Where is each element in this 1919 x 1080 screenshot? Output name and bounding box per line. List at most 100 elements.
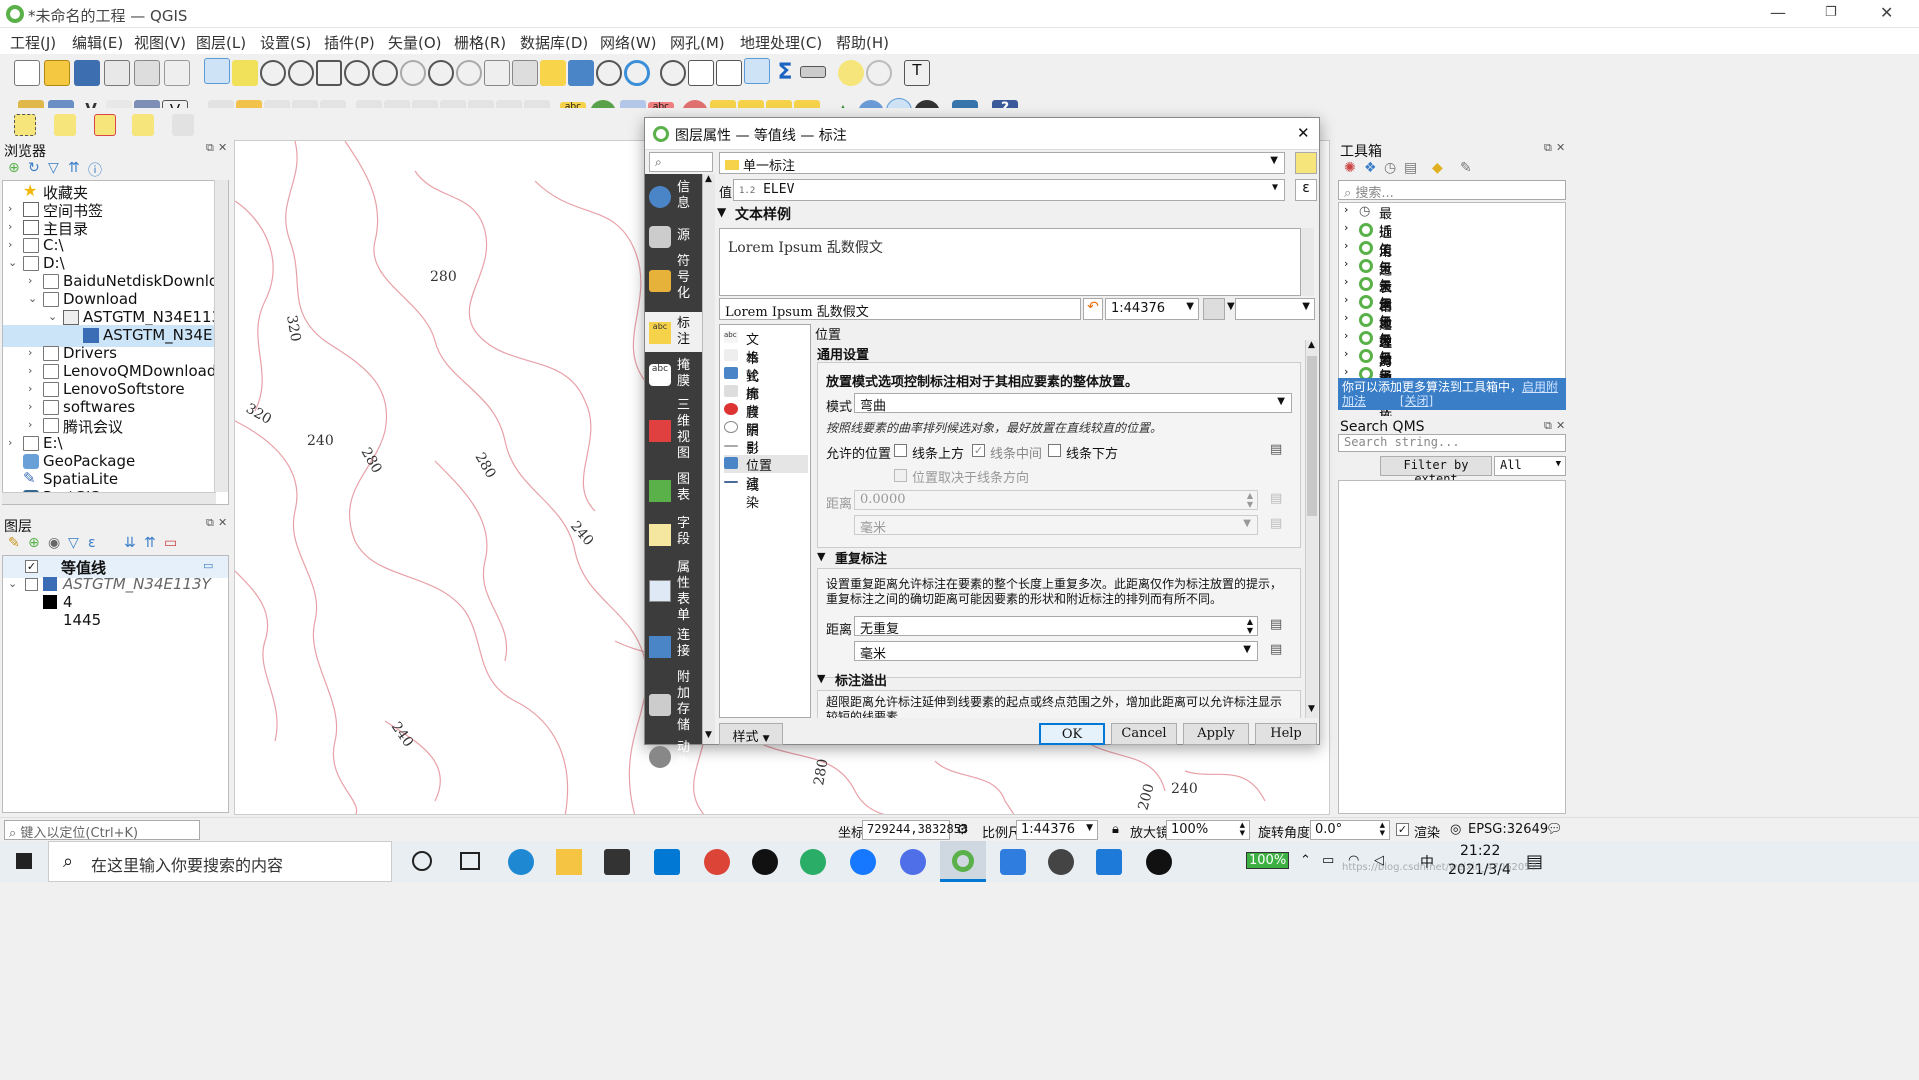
results-icon[interactable]: ▤	[1404, 160, 1417, 176]
data-defined-icon[interactable]: ▤	[1270, 516, 1282, 531]
sidebar-item-diagrams[interactable]: 图表	[645, 470, 705, 510]
tab-placement[interactable]: 位置	[724, 455, 808, 474]
expression-button[interactable]: ε	[1295, 179, 1317, 201]
statistics-icon[interactable]: Σ	[772, 60, 798, 86]
open-project-icon[interactable]	[44, 60, 70, 86]
layer-visibility-checkbox[interactable]: ✓	[25, 560, 38, 573]
menu-layer[interactable]: 图层(L)	[196, 32, 246, 53]
expand-icon[interactable]: ›	[28, 346, 32, 359]
expression-filter-icon[interactable]: ε	[88, 535, 96, 551]
menu-database[interactable]: 数据库(D)	[520, 32, 588, 53]
collapse-all-icon[interactable]: ⇈	[144, 535, 156, 551]
dock-close-icon[interactable]: ✕	[1556, 141, 1565, 154]
notes-icon[interactable]	[1096, 849, 1122, 875]
close-button[interactable]: ✕	[1880, 3, 1893, 22]
rotation-input[interactable]: 0.0° ▲ ▼	[1310, 820, 1390, 840]
taskbar-search[interactable]: ⌕ 在这里输入你要搜索的内容	[48, 841, 392, 882]
on-line-checkbox[interactable]: ✓	[972, 444, 985, 457]
dock-float-icon[interactable]: ⧉	[1544, 419, 1552, 433]
expand-icon[interactable]: ›	[28, 382, 32, 395]
visibility-icon[interactable]: ◉	[48, 535, 60, 551]
cancel-button[interactable]: Cancel	[1111, 723, 1177, 745]
task-view-icon[interactable]	[460, 852, 480, 870]
restore-button[interactable]: ❐	[1825, 5, 1837, 20]
collapse-icon[interactable]: ▼	[717, 205, 726, 219]
help-button[interactable]: Help	[1255, 723, 1317, 745]
expand-icon[interactable]: ›	[1344, 221, 1348, 234]
feishu-icon[interactable]	[850, 849, 876, 875]
expand-icon[interactable]: ›	[28, 418, 32, 431]
chevron-down-icon[interactable]: ▼	[1227, 301, 1235, 312]
menu-vector[interactable]: 矢量(O)	[388, 32, 442, 53]
sidebar-item-actions[interactable]: 动作	[645, 740, 705, 774]
zoom-native-icon[interactable]	[400, 60, 426, 86]
layer-visibility-checkbox[interactable]	[25, 578, 38, 591]
chrome-icon[interactable]	[704, 849, 730, 875]
dialog-close-button[interactable]: ✕	[1297, 124, 1310, 142]
zoom-layer-icon[interactable]	[372, 60, 398, 86]
refresh-icon[interactable]	[624, 60, 650, 86]
sidebar-item-joins[interactable]: 连接	[645, 626, 705, 666]
dock-float-icon[interactable]: ⧉	[1544, 141, 1552, 155]
toggle-extents-icon[interactable]: ⚙	[956, 822, 969, 838]
tray-network-icon[interactable]: ▭	[1322, 853, 1334, 868]
expand-icon[interactable]: ›	[8, 220, 12, 233]
expand-icon[interactable]: ›	[1344, 311, 1348, 324]
expand-icon[interactable]: ›	[8, 436, 12, 449]
scrollbar-thumb[interactable]	[1307, 356, 1317, 516]
sidebar-scrollbar[interactable]: ▲ ▼	[702, 174, 715, 744]
data-defined-icon[interactable]: ▤	[1270, 617, 1282, 632]
baidu-netdisk-icon[interactable]	[900, 849, 926, 875]
filter-indicator-icon[interactable]: ▭	[203, 559, 213, 572]
sidebar-item-info[interactable]: 信息	[645, 178, 705, 222]
collapse-icon[interactable]: ⌄	[8, 577, 17, 590]
repeat-unit-select[interactable]: 毫米 ▼	[854, 641, 1258, 662]
qms-filter-select[interactable]: All ▼	[1494, 456, 1566, 476]
collapse-all-icon[interactable]: ⇈	[68, 160, 80, 176]
close-notice-link[interactable]: [关闭]	[1400, 394, 1433, 408]
sidebar-item-labels[interactable]: abc 标注	[645, 312, 705, 352]
select-location-icon[interactable]	[132, 114, 154, 136]
print-layout-icon[interactable]	[134, 60, 160, 86]
zoom-out-icon[interactable]	[288, 60, 314, 86]
expand-icon[interactable]: ›	[8, 202, 12, 215]
scale-select[interactable]: 1:44376 ▼	[1016, 820, 1098, 840]
layer-style-icon[interactable]: ✎	[8, 535, 20, 551]
filter-by-extent-button[interactable]: Filter by extent	[1380, 456, 1492, 486]
expand-icon[interactable]: ›	[1344, 203, 1348, 216]
sidebar-item-fields[interactable]: 字段	[645, 514, 705, 554]
attribute-table-icon[interactable]	[688, 60, 714, 86]
qms-search-input[interactable]: Search string...	[1338, 434, 1566, 452]
browser-hscrollbar[interactable]	[2, 492, 216, 504]
crs-button[interactable]: EPSG:32649	[1468, 822, 1548, 837]
menu-help[interactable]: 帮助(H)	[836, 32, 889, 53]
menu-plugins[interactable]: 插件(P)	[324, 32, 375, 53]
placement-scrollbar[interactable]: ▲ ▼	[1305, 340, 1318, 718]
add-group-icon[interactable]: ⊕	[28, 535, 40, 551]
bookmark-icon[interactable]	[540, 60, 566, 86]
magnifier-input[interactable]: 100% ▲ ▼	[1166, 820, 1250, 840]
expand-icon[interactable]: ›	[28, 400, 32, 413]
options-icon[interactable]: ✎	[1460, 160, 1472, 176]
pan-to-selection-icon[interactable]	[232, 60, 258, 86]
text-annotation-icon[interactable]: T	[904, 60, 930, 86]
ok-button[interactable]: OK	[1039, 723, 1105, 745]
remove-layer-icon[interactable]: ▭	[164, 535, 177, 551]
browser-vscrollbar[interactable]	[214, 180, 228, 492]
menu-mesh[interactable]: 网孔(M)	[670, 32, 725, 53]
render-checkbox[interactable]: ✓	[1396, 823, 1409, 836]
scripts-icon[interactable]: ❖	[1364, 160, 1377, 176]
menu-view[interactable]: 视图(V)	[134, 32, 186, 53]
apply-button[interactable]: Apply	[1183, 723, 1249, 745]
file-explorer-icon[interactable]	[556, 849, 582, 875]
menu-project[interactable]: 工程(J)	[10, 32, 56, 53]
expand-icon[interactable]: ›	[1344, 293, 1348, 306]
expand-icon[interactable]: ›	[1344, 257, 1348, 270]
field-calculator-icon[interactable]	[716, 60, 742, 86]
preview-scrollbar[interactable]	[1301, 228, 1314, 296]
show-bookmarks-icon[interactable]	[568, 60, 594, 86]
zoom-last-icon[interactable]	[428, 60, 454, 86]
scroll-down-icon[interactable]: ▼	[1308, 704, 1315, 714]
new-3d-view-icon[interactable]	[512, 60, 538, 86]
sidebar-item-3d[interactable]: 三维视图	[645, 396, 705, 468]
